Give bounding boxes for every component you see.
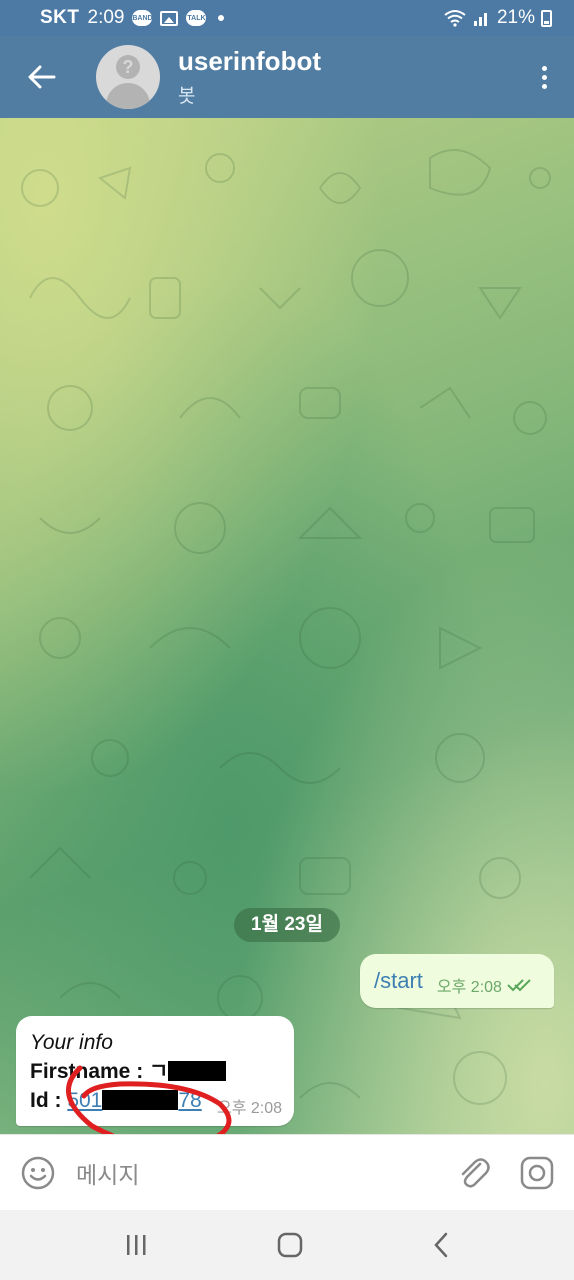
- avatar-body: [106, 83, 150, 109]
- back-button[interactable]: [0, 36, 84, 118]
- emoji-icon[interactable]: [20, 1155, 56, 1191]
- status-bar: SKT 2:09 BAND TALK 21%: [0, 0, 574, 36]
- battery-icon: [541, 9, 552, 27]
- double-check-icon: [507, 979, 531, 992]
- chat-title-block[interactable]: userinfobot 봇: [178, 46, 321, 108]
- message-input-bar: 메시지: [0, 1134, 574, 1210]
- talk-icon: TALK: [186, 10, 207, 26]
- menu-dot: [541, 83, 547, 89]
- more-options-button[interactable]: [514, 36, 574, 118]
- outgoing-message[interactable]: /start 오후 2:08: [360, 954, 554, 1008]
- menu-dot: [541, 74, 547, 80]
- info-heading: Your info: [30, 1031, 113, 1054]
- wifi-icon: [444, 10, 466, 27]
- attach-icon[interactable]: [458, 1156, 490, 1190]
- battery-percent: 21%: [496, 7, 535, 28]
- arrow-left-icon: [28, 65, 56, 89]
- chat-header: ? userinfobot 봇: [0, 36, 574, 118]
- red-circle-annotation: [66, 1065, 232, 1134]
- message-input[interactable]: 메시지: [76, 1156, 139, 1190]
- chat-subtitle: 봇: [178, 86, 196, 107]
- cell-signal-icon: [473, 13, 487, 26]
- message-time: 오후 2:08: [436, 979, 502, 996]
- chat-title: userinfobot: [178, 46, 321, 76]
- more-notifications-icon: [218, 15, 225, 21]
- recent-apps-icon[interactable]: [124, 1234, 148, 1256]
- camera-icon[interactable]: [520, 1156, 554, 1190]
- avatar-placeholder-glyph: ?: [116, 55, 140, 79]
- date-separator: 1월 23일: [234, 908, 340, 942]
- gallery-icon: [160, 10, 179, 26]
- home-icon[interactable]: [277, 1232, 303, 1258]
- clock: 2:09: [87, 7, 125, 28]
- menu-dot: [541, 65, 547, 71]
- system-nav-bar: [0, 1210, 574, 1280]
- avatar[interactable]: ?: [96, 45, 160, 109]
- chat-area[interactable]: 1월 23일 /start 오후 2:08 Your info Firstnam…: [0, 118, 574, 1134]
- back-nav-icon[interactable]: [432, 1232, 450, 1258]
- carrier-label: SKT: [40, 7, 80, 28]
- band-icon: BAND: [132, 10, 153, 26]
- message-text[interactable]: /start: [374, 968, 423, 994]
